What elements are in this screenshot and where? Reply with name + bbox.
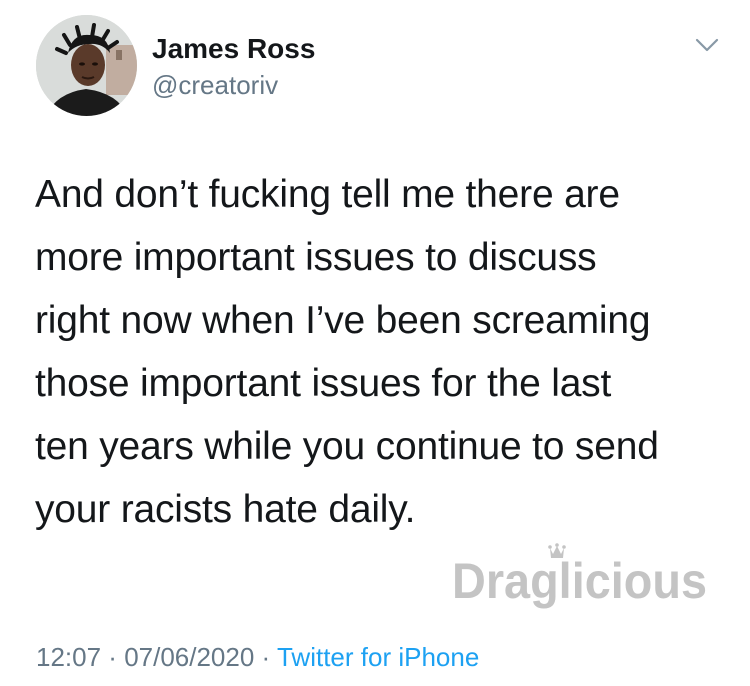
tweet-card: James Ross @creatoriv And don’t fucking … [0, 0, 750, 686]
author-name[interactable]: James Ross [152, 32, 315, 66]
meta-separator: · [101, 642, 125, 672]
watermark-logo: Draglicious [452, 543, 707, 609]
tweet-date[interactable]: 07/06/2020 [124, 642, 254, 672]
avatar-image [36, 15, 137, 116]
tweet-meta: 12:07 · 07/06/2020 · Twitter for iPhone [36, 641, 479, 673]
meta-separator: · [254, 642, 277, 672]
watermark-text: Draglicious [452, 553, 707, 609]
tweet-source-link[interactable]: Twitter for iPhone [277, 642, 479, 672]
tweet-time[interactable]: 12:07 [36, 642, 101, 672]
chevron-down-icon[interactable] [694, 36, 720, 54]
author-handle[interactable]: @creatoriv [152, 69, 278, 101]
avatar[interactable] [36, 15, 137, 116]
tweet-text: And don’t fucking tell me there are more… [35, 173, 659, 531]
